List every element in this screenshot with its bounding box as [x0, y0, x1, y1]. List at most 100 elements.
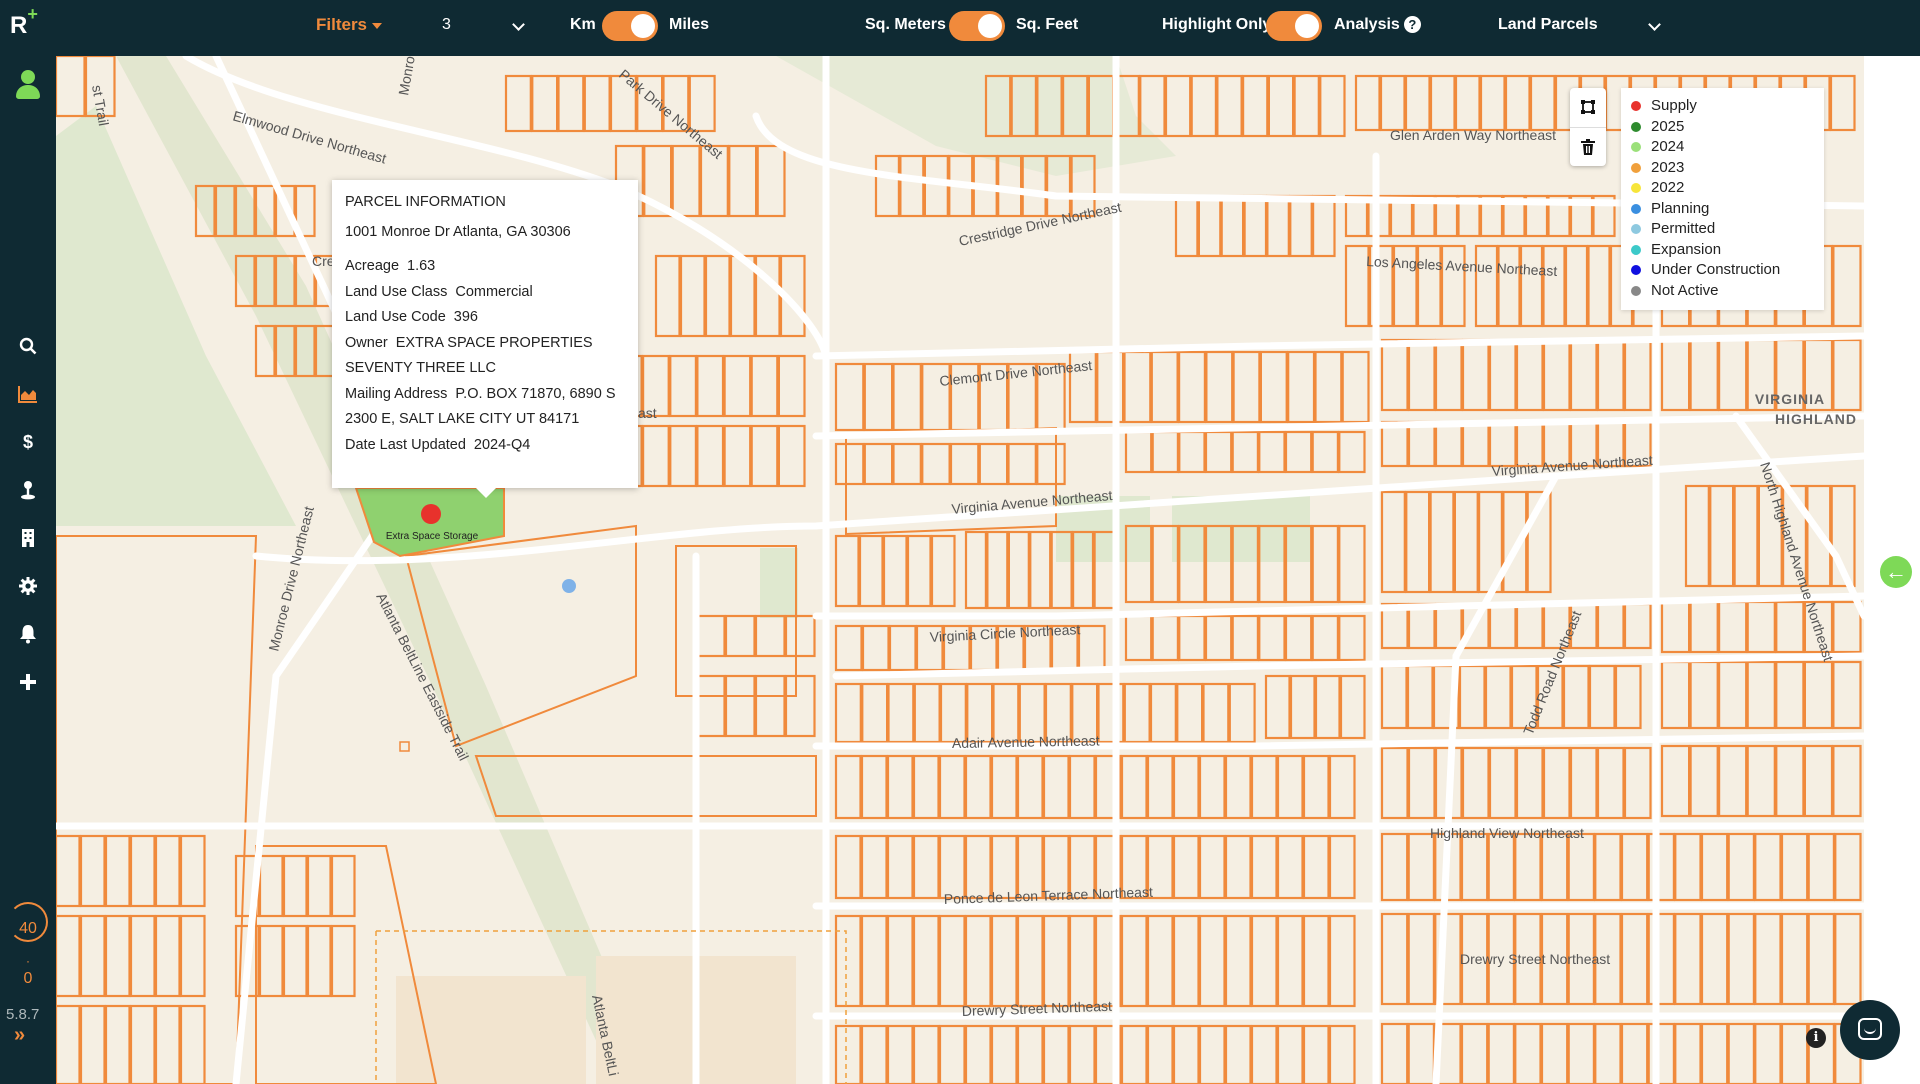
parcel[interactable] [669, 424, 697, 488]
parcel[interactable] [1016, 754, 1044, 820]
parcel[interactable] [1407, 338, 1436, 412]
parcel[interactable] [1266, 194, 1290, 258]
user-icon[interactable] [14, 70, 42, 102]
parcel[interactable] [1224, 914, 1252, 1008]
parcel[interactable] [104, 1004, 131, 1084]
parcel[interactable] [1276, 1024, 1304, 1084]
parcel[interactable] [1293, 74, 1320, 138]
expand-sidebar-icon[interactable]: » [14, 1024, 25, 1047]
parcel[interactable] [1660, 744, 1691, 818]
parcel[interactable] [906, 534, 932, 608]
parcel[interactable] [1717, 660, 1748, 730]
parcel[interactable] [129, 834, 156, 908]
parcel[interactable] [1540, 1022, 1569, 1084]
parcel[interactable] [56, 914, 81, 998]
parcel[interactable] [1042, 1024, 1070, 1084]
parcel[interactable] [1123, 350, 1152, 424]
parcel[interactable] [912, 914, 940, 1008]
parcel[interactable] [1754, 832, 1782, 902]
parcel[interactable] [888, 624, 917, 672]
parcel[interactable] [1660, 600, 1691, 654]
parcel[interactable] [1407, 912, 1435, 1006]
trash-icon[interactable] [1570, 127, 1606, 165]
parcel[interactable] [1596, 746, 1625, 820]
parcel[interactable] [1311, 524, 1339, 604]
chevron-down-icon[interactable] [1648, 18, 1661, 31]
parcel[interactable] [1354, 74, 1381, 132]
parcel[interactable] [1241, 74, 1269, 138]
parcel[interactable] [1224, 834, 1252, 900]
parcel[interactable] [966, 682, 994, 744]
parcel[interactable] [949, 442, 980, 486]
gear-icon[interactable] [16, 574, 40, 598]
chart-icon[interactable] [16, 382, 40, 406]
parcel[interactable] [1284, 430, 1313, 474]
building-icon[interactable] [16, 526, 40, 550]
parcel[interactable] [154, 834, 181, 908]
parcel[interactable] [1596, 602, 1625, 650]
parcel[interactable] [1497, 244, 1521, 328]
parcel[interactable] [129, 1004, 156, 1084]
parcel[interactable] [1647, 1022, 1675, 1084]
parcel[interactable] [1224, 754, 1252, 820]
parcel[interactable] [1515, 602, 1544, 650]
parcel[interactable] [1077, 624, 1106, 672]
search-icon[interactable] [16, 334, 40, 358]
parcel[interactable] [886, 1024, 914, 1084]
parcel[interactable] [964, 530, 987, 610]
parcel[interactable] [1198, 914, 1226, 1008]
parcel[interactable] [1124, 614, 1153, 662]
parcel[interactable] [1204, 430, 1233, 474]
parcel[interactable] [1267, 74, 1295, 138]
parcel[interactable] [1380, 912, 1409, 1006]
parcel[interactable] [1407, 420, 1436, 468]
supply-marker[interactable] [421, 504, 441, 524]
parcel[interactable] [79, 914, 106, 998]
parcel[interactable] [939, 682, 967, 744]
parcel[interactable] [834, 442, 865, 486]
parcel[interactable] [860, 834, 888, 900]
bell-icon[interactable] [16, 622, 40, 646]
parcel[interactable] [641, 424, 670, 488]
parcel[interactable] [1016, 914, 1044, 1008]
parcel[interactable] [1016, 1024, 1044, 1084]
parcel[interactable] [282, 854, 308, 918]
chevron-down-icon[interactable] [512, 18, 525, 31]
parcel[interactable] [1488, 338, 1517, 412]
parcel[interactable] [1407, 746, 1436, 820]
parcel[interactable] [834, 754, 862, 820]
parcel[interactable] [694, 614, 726, 658]
parcel[interactable] [1264, 674, 1291, 740]
parcel[interactable] [1120, 914, 1148, 1008]
parcel[interactable] [1588, 664, 1616, 730]
parcel[interactable] [104, 914, 131, 998]
parcel[interactable] [1150, 350, 1179, 424]
parcel[interactable] [1775, 600, 1805, 654]
parcel[interactable] [1623, 602, 1652, 650]
parcel[interactable] [154, 1004, 181, 1084]
dollar-icon[interactable]: $ [16, 430, 40, 454]
parcel[interactable] [1479, 74, 1506, 132]
parcel[interactable] [1172, 754, 1200, 820]
parcel[interactable] [179, 914, 206, 998]
parcel[interactable] [179, 1004, 206, 1084]
parcel[interactable] [938, 834, 966, 900]
parcel[interactable] [330, 854, 356, 918]
parcel[interactable] [1228, 682, 1256, 744]
parcel[interactable] [930, 534, 956, 608]
parcel[interactable] [1733, 484, 1759, 588]
parcel[interactable] [1319, 74, 1346, 138]
parcel[interactable] [756, 144, 786, 218]
parcel[interactable] [1250, 834, 1278, 900]
parcel[interactable] [1754, 1022, 1782, 1084]
parcel[interactable] [990, 1024, 1018, 1084]
parcel[interactable] [1190, 74, 1217, 138]
parcel[interactable] [1259, 350, 1288, 424]
parcel[interactable] [1198, 834, 1226, 900]
parcel[interactable] [1529, 74, 1556, 132]
parcel[interactable] [583, 74, 611, 133]
parcel[interactable] [1429, 490, 1455, 594]
parcel[interactable] [1594, 1022, 1622, 1084]
parcel[interactable] [696, 354, 725, 418]
chat-icon[interactable] [1840, 1000, 1900, 1060]
